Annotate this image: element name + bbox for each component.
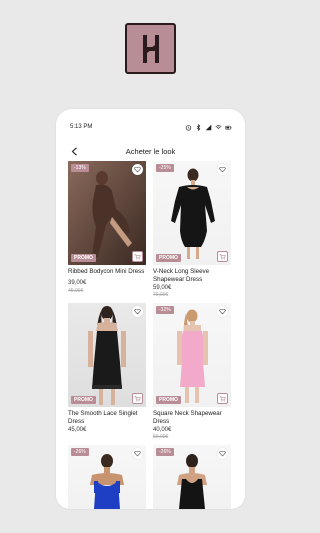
app-logo bbox=[125, 23, 176, 74]
discount-badge: -25% bbox=[156, 164, 174, 172]
promo-label: PROMO bbox=[156, 396, 181, 404]
wishlist-button[interactable] bbox=[132, 306, 143, 317]
model-figure bbox=[88, 306, 126, 405]
model-figure bbox=[68, 161, 146, 265]
product-image[interactable]: PROMO bbox=[68, 303, 146, 407]
add-to-cart-button[interactable] bbox=[217, 393, 228, 404]
cart-icon bbox=[219, 254, 226, 260]
model-figure bbox=[171, 168, 215, 259]
heart-icon bbox=[134, 308, 141, 315]
cart-icon bbox=[219, 396, 226, 402]
heart-icon bbox=[219, 450, 226, 457]
product-name[interactable]: Square Neck Shapewear Dress bbox=[153, 410, 233, 425]
status-icons bbox=[185, 123, 232, 131]
wishlist-button[interactable] bbox=[217, 306, 228, 317]
wishlist-button[interactable] bbox=[132, 448, 143, 459]
h-logo-icon bbox=[142, 34, 159, 63]
discount-badge: -26% bbox=[156, 448, 174, 456]
product-price: 59,00€ bbox=[153, 285, 172, 291]
signal-icon bbox=[205, 124, 212, 130]
wifi-icon bbox=[215, 124, 222, 129]
wishlist-button[interactable] bbox=[132, 164, 143, 175]
wishlist-button[interactable] bbox=[217, 448, 228, 459]
alarm-icon bbox=[185, 124, 192, 131]
nav-header: Acheter le look bbox=[56, 143, 245, 159]
promo-label: PROMO bbox=[71, 396, 96, 404]
product-image[interactable]: -32% PROMO bbox=[153, 303, 231, 407]
product-grid: -13% PROMO Ribbed Bodycon Mini Dress 39,… bbox=[68, 161, 234, 509]
discount-badge: -26% bbox=[71, 448, 89, 456]
product-price: 45,00€ bbox=[68, 427, 87, 433]
add-to-cart-button[interactable] bbox=[132, 251, 143, 262]
product-image[interactable]: -13% PROMO bbox=[68, 161, 146, 265]
product-old-price: 45,00€ bbox=[68, 288, 84, 294]
model-figure bbox=[177, 309, 208, 403]
promo-label: PROMO bbox=[71, 254, 96, 262]
status-bar: 5:13 PM bbox=[56, 109, 245, 139]
battery-icon bbox=[225, 125, 232, 130]
status-time: 5:13 PM bbox=[70, 124, 93, 130]
product-old-price: 79,00€ bbox=[153, 292, 169, 298]
promo-label: PROMO bbox=[156, 254, 181, 262]
add-to-cart-button[interactable] bbox=[132, 393, 143, 404]
product-name[interactable]: V-Neck Long Sleeve Shapewear Dress bbox=[153, 268, 233, 283]
product-price: 39,00€ bbox=[68, 280, 87, 286]
add-to-cart-button[interactable] bbox=[217, 251, 228, 262]
product-old-price: 59,00€ bbox=[153, 434, 169, 440]
product-image[interactable]: -26% bbox=[153, 445, 231, 509]
heart-icon bbox=[219, 166, 226, 173]
cart-icon bbox=[134, 254, 141, 260]
heart-icon bbox=[134, 450, 141, 457]
bluetooth-icon bbox=[196, 123, 201, 131]
heart-icon bbox=[134, 166, 141, 173]
page-title: Acheter le look bbox=[125, 147, 176, 156]
product-image[interactable]: -26% bbox=[68, 445, 146, 509]
cart-icon bbox=[134, 396, 141, 402]
product-name[interactable]: Ribbed Bodycon Mini Dress bbox=[68, 268, 148, 276]
product-price: 40,00€ bbox=[153, 427, 172, 433]
heart-icon bbox=[219, 308, 226, 315]
discount-badge: -13% bbox=[71, 164, 89, 172]
discount-badge: -32% bbox=[156, 306, 174, 314]
wishlist-button[interactable] bbox=[217, 164, 228, 175]
product-image[interactable]: -25% PROMO bbox=[153, 161, 231, 265]
phone-frame: 5:13 PM Acheter le look -13% PROMO Ribbe… bbox=[56, 109, 245, 509]
product-name[interactable]: The Smooth Lace Singlet Dress bbox=[68, 410, 148, 425]
